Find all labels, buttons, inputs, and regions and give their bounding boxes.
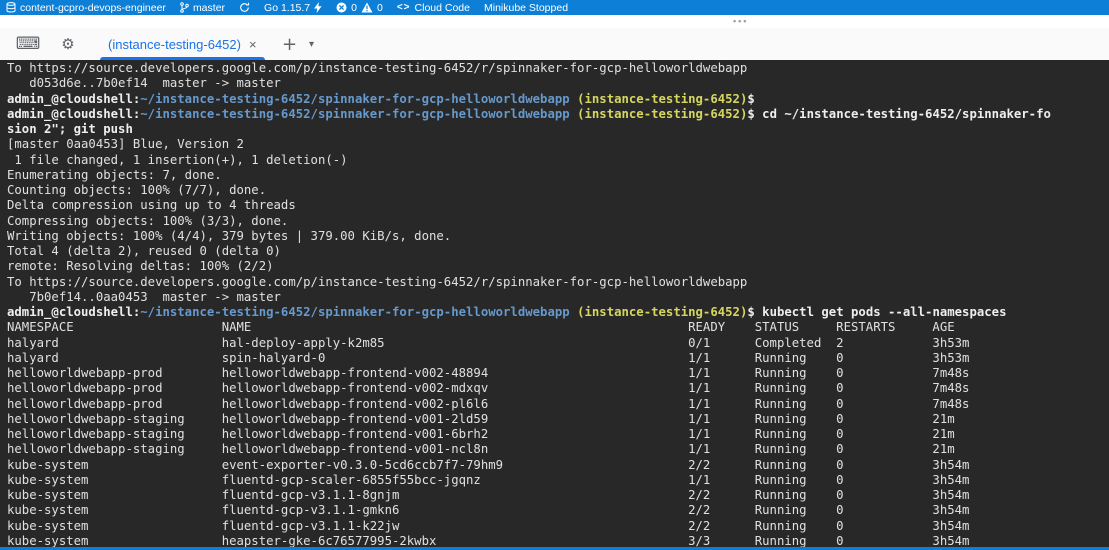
tab-menu-chevron-down-icon[interactable]: ▾: [305, 39, 319, 50]
go-version-label: Go 1.15.7: [264, 2, 310, 14]
add-terminal-tab-button[interactable]: +: [281, 34, 299, 55]
error-icon: [336, 2, 347, 13]
terminal-line: helloworldwebapp-prod helloworldwebapp-f…: [7, 366, 1109, 381]
code-brackets-icon: <>: [397, 2, 411, 13]
sync-refresh-icon: [239, 2, 250, 13]
project-status-item[interactable]: content-gcpro-devops-engineer: [6, 2, 166, 14]
warning-icon: [361, 2, 373, 13]
git-branch-status-item[interactable]: master: [180, 2, 225, 14]
terminal-line: kube-system fluentd-gcp-v3.1.1-8gnjm 2/2…: [7, 488, 1109, 503]
git-branch-name: master: [193, 2, 225, 14]
terminal-line: helloworldwebapp-prod helloworldwebapp-f…: [7, 381, 1109, 396]
terminal-line: kube-system fluentd-gcp-scaler-6855f55bc…: [7, 473, 1109, 488]
panel-drag-handle[interactable]: •••: [733, 15, 748, 28]
status-bar: content-gcpro-devops-engineer master Go …: [0, 0, 1109, 15]
terminal-line: remote: Resolving deltas: 100% (2/2): [7, 259, 1109, 274]
terminal-line: To https://source.developers.google.com/…: [7, 275, 1109, 290]
cloud-code-label: Cloud Code: [415, 2, 470, 14]
terminal-line: d053d6e..7b0ef14 master -> master: [7, 76, 1109, 91]
terminal-toolbar: ⌨ ⚙ (instance-testing-6452) × + ▾: [0, 28, 1109, 60]
terminal-line: Compressing objects: 100% (3/3), done.: [7, 214, 1109, 229]
minikube-status-item[interactable]: Minikube Stopped: [484, 2, 568, 14]
terminal-line: admin_@cloudshell:~/instance-testing-645…: [7, 92, 1109, 107]
terminal-line: 1 file changed, 1 insertion(+), 1 deleti…: [7, 153, 1109, 168]
problems-status-item[interactable]: 0 0: [336, 2, 383, 14]
terminal-line: Counting objects: 100% (7/7), done.: [7, 183, 1109, 198]
go-version-status-item[interactable]: Go 1.15.7: [264, 2, 322, 14]
terminal-line: admin_@cloudshell:~/instance-testing-645…: [7, 107, 1109, 122]
panel-splitter: •••: [0, 15, 1109, 28]
database-icon: [6, 2, 16, 13]
terminal-line: helloworldwebapp-prod helloworldwebapp-f…: [7, 397, 1109, 412]
terminal-line: Total 4 (delta 2), reused 0 (delta 0): [7, 244, 1109, 259]
terminal-line: To https://source.developers.google.com/…: [7, 61, 1109, 76]
terminal-line: kube-system fluentd-gcp-v3.1.1-k22jw 2/2…: [7, 519, 1109, 534]
terminal-line: [master 0aa0453] Blue, Version 2: [7, 137, 1109, 152]
terminal-line: helloworldwebapp-staging helloworldwebap…: [7, 427, 1109, 442]
terminal-line: kube-system event-exporter-v0.3.0-5cd6cc…: [7, 458, 1109, 473]
terminal-tab-label: (instance-testing-6452): [108, 37, 241, 52]
terminal-line: Enumerating objects: 7, done.: [7, 168, 1109, 183]
terminal-line: halyard spin-halyard-0 1/1 Running 0 3h5…: [7, 351, 1109, 366]
minikube-status-label: Minikube Stopped: [484, 2, 568, 14]
terminal-line: 7b0ef14..0aa0453 master -> master: [7, 290, 1109, 305]
terminal-line: Writing objects: 100% (4/4), 379 bytes |…: [7, 229, 1109, 244]
terminal-tab-instance-testing-6452[interactable]: (instance-testing-6452) ×: [98, 28, 267, 60]
terminal-line: helloworldwebapp-staging helloworldwebap…: [7, 442, 1109, 457]
terminal-line: admin_@cloudshell:~/instance-testing-645…: [7, 305, 1109, 320]
terminal-line: NAMESPACE NAME READY STATUS RESTARTS AGE: [7, 320, 1109, 335]
project-name: content-gcpro-devops-engineer: [20, 2, 166, 14]
sync-status-item[interactable]: [239, 2, 250, 13]
terminal-line: sion 2"; git push: [7, 122, 1109, 137]
terminal-output[interactable]: To https://source.developers.google.com/…: [0, 60, 1109, 550]
terminal-line: kube-system fluentd-gcp-v3.1.1-gmkn6 2/2…: [7, 503, 1109, 518]
terminal-line: helloworldwebapp-staging helloworldwebap…: [7, 412, 1109, 427]
tab-close-icon[interactable]: ×: [249, 37, 257, 52]
terminal-line: Delta compression using up to 4 threads: [7, 198, 1109, 213]
keyboard-icon[interactable]: ⌨: [16, 34, 40, 54]
git-branch-icon: [180, 2, 189, 13]
error-count: 0: [351, 2, 357, 14]
terminal-line: halyard hal-deploy-apply-k2m85 0/1 Compl…: [7, 336, 1109, 351]
cloud-code-status-item[interactable]: <> Cloud Code: [397, 2, 470, 14]
lightning-icon: [314, 2, 322, 13]
warning-count: 0: [377, 2, 383, 14]
terminal-settings-gear-icon[interactable]: ⚙: [56, 35, 80, 53]
